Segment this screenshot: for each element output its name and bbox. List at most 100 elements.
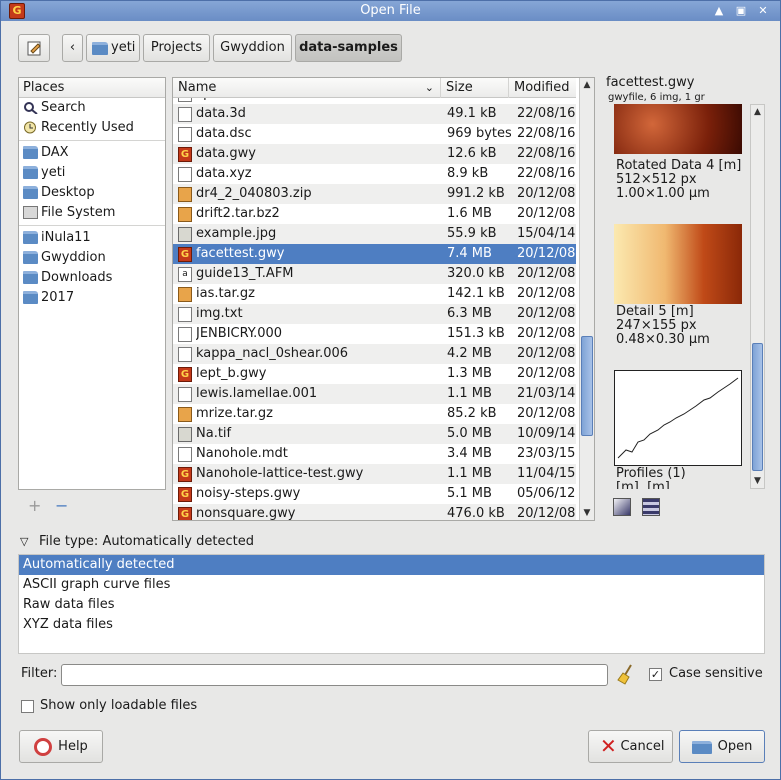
expander-triangle-icon[interactable]: ▽ — [20, 535, 28, 548]
file-row[interactable]: Nanohole.mdt 3.4 MB 23/03/15 — [173, 444, 576, 464]
edit-location-button[interactable] — [18, 34, 50, 62]
file-row[interactable]: kappa_nacl_0shear.006 4.2 MB 20/12/08 — [173, 344, 576, 364]
preview-scrollbar[interactable]: ▲ ▼ — [750, 104, 765, 489]
scroll-down-icon[interactable]: ▼ — [580, 506, 594, 520]
scroll-up-icon[interactable]: ▲ — [751, 105, 764, 119]
place-2017[interactable]: 2017 — [19, 288, 165, 308]
file-list-scroll-thumb[interactable] — [581, 336, 593, 436]
place-yeti[interactable]: yeti — [19, 163, 165, 183]
file-modified: 20/12/08 — [517, 346, 575, 361]
column-size[interactable]: Size — [441, 78, 509, 98]
open-button[interactable]: Open — [679, 730, 765, 763]
place-file-system[interactable]: File System — [19, 203, 165, 223]
file-row[interactable]: data.3d 49.1 kB 22/08/16 — [173, 104, 576, 124]
file-list-scrollbar[interactable]: ▲ ▼ — [579, 78, 594, 520]
profile-graph-thumbnail[interactable] — [614, 370, 742, 466]
add-bookmark-button[interactable]: + — [28, 496, 41, 515]
file-row[interactable]: Gnoisy-steps.gwy 5.1 MB 05/06/12 — [173, 484, 576, 504]
remove-bookmark-button[interactable]: − — [55, 496, 68, 515]
restore-icon[interactable]: ▣ — [734, 4, 748, 18]
file-type-option[interactable]: Automatically detected — [19, 555, 764, 575]
detail-thumbnail[interactable] — [614, 224, 742, 304]
text-file-icon — [178, 127, 192, 142]
file-row[interactable]: dr4_2_040803.zip 991.2 kB 20/12/08 — [173, 184, 576, 204]
places-header[interactable]: Places — [19, 78, 165, 98]
preview-scroll-thumb[interactable] — [752, 343, 763, 471]
help-button[interactable]: Help — [19, 730, 103, 763]
file-row[interactable]: Gfacettest.gwy 7.4 MB 20/12/08 — [173, 244, 576, 264]
text-file-icon — [178, 107, 192, 122]
show-loadable-label[interactable]: Show only loadable files — [40, 698, 197, 713]
place-desktop[interactable]: Desktop — [19, 183, 165, 203]
file-row[interactable]: data.dsc 969 bytes 22/08/16 — [173, 124, 576, 144]
case-sensitive-label[interactable]: Case sensitive — [669, 666, 763, 681]
file-row[interactable]: img.txt 6.3 MB 20/12/08 — [173, 304, 576, 324]
file-type-option[interactable]: Raw data files — [19, 595, 764, 615]
cancel-button[interactable]: ✕ Cancel — [588, 730, 673, 763]
file-modified: 11/04/15 — [517, 466, 575, 481]
list-view-icon[interactable] — [642, 498, 660, 516]
crumb-gwyddion[interactable]: Gwyddion — [213, 34, 292, 62]
clear-filter-broom-icon[interactable] — [615, 663, 637, 685]
file-row[interactable]: mrize.tar.gz 85.2 kB 20/12/08 — [173, 404, 576, 424]
file-type-option[interactable]: ASCII graph curve files — [19, 575, 764, 595]
file-row[interactable]: a guide13_T.AFM 320.0 kB 20/12/08 — [173, 264, 576, 284]
file-row[interactable]: G Nanohole-lattice-test.gwy 1.1 MB 11/04/15 — [173, 464, 576, 484]
file-row[interactable]: Gnonsquare.gwy 476.0 kB 20/12/08 — [173, 504, 576, 520]
file-modified: 23/03/15 — [517, 446, 575, 461]
file-name: JENBICRY.000 — [196, 326, 283, 341]
place-dax[interactable]: DAX — [19, 143, 165, 163]
file-list[interactable]: Name ⌄ Size Modified cpout.txt53.1 MB09/… — [172, 77, 595, 521]
place-search[interactable]: Search — [19, 98, 165, 118]
file-type-list[interactable]: Automatically detected ASCII graph curve… — [18, 554, 765, 654]
file-list-header: Name ⌄ Size Modified — [173, 78, 576, 98]
archive-file-icon — [178, 287, 192, 302]
file-size: 1.1 MB — [447, 386, 492, 401]
case-sensitive-checkbox[interactable]: ✓ — [649, 668, 662, 681]
scroll-down-icon[interactable]: ▼ — [751, 474, 764, 488]
show-loadable-checkbox[interactable] — [21, 700, 34, 713]
file-row[interactable]: data.xyz 8.9 kB 22/08/16 — [173, 164, 576, 184]
file-row[interactable]: drift2.tar.bz2 1.6 MB 20/12/08 — [173, 204, 576, 224]
file-name: facettest.gwy — [196, 246, 285, 261]
file-name: Nanohole.mdt — [196, 446, 288, 461]
column-modified[interactable]: Modified — [509, 78, 576, 98]
place-downloads[interactable]: Downloads — [19, 268, 165, 288]
maximize-up-icon[interactable]: ▲ — [712, 4, 726, 18]
file-name: data.3d — [196, 106, 246, 121]
file-rows: cpout.txt53.1 MB09/12/12data.3d49.1 kB22… — [173, 98, 576, 520]
file-row[interactable]: lewis.lamellae.001 1.1 MB 21/03/14 — [173, 384, 576, 404]
file-row[interactable]: Glept_b.gwy 1.3 MB 20/12/08 — [173, 364, 576, 384]
path-back-button[interactable]: ‹ — [62, 34, 83, 62]
folder-icon — [23, 251, 38, 264]
file-size: 85.2 kB — [447, 406, 497, 421]
place-label: Gwyddion — [41, 250, 106, 265]
file-row[interactable]: JENBICRY.000 151.3 kB 20/12/08 — [173, 324, 576, 344]
file-row[interactable]: Gdata.gwy 12.6 kB 22/08/16 — [173, 144, 576, 164]
title-bar[interactable]: G Open File ▲ ▣ ✕ — [1, 1, 780, 21]
thumbnail-view-icon[interactable] — [613, 498, 631, 516]
crumb-data-samples[interactable]: data-samples — [295, 34, 402, 62]
file-type-expander[interactable]: File type: Automatically detected — [39, 534, 254, 549]
home-folder-icon — [92, 42, 108, 55]
preview-item-3-units: [m], [m] — [616, 480, 670, 490]
text-file-icon — [178, 387, 192, 402]
file-type-option[interactable]: XYZ data files — [19, 615, 764, 635]
close-icon[interactable]: ✕ — [756, 4, 770, 18]
rotated-data-thumbnail[interactable] — [614, 104, 742, 154]
file-row[interactable]: Na.tif 5.0 MB 10/09/14 — [173, 424, 576, 444]
place-recently-used[interactable]: Recently Used — [19, 118, 165, 138]
column-name[interactable]: Name ⌄ — [173, 78, 441, 98]
crumb-yeti[interactable]: yeti — [86, 34, 140, 62]
place-inula11[interactable]: iNula11 — [19, 228, 165, 248]
place-gwyddion[interactable]: Gwyddion — [19, 248, 165, 268]
file-row[interactable]: ias.tar.gz 142.1 kB 20/12/08 — [173, 284, 576, 304]
filter-input[interactable] — [61, 664, 608, 686]
file-row[interactable]: example.jpg 55.9 kB 15/04/14 — [173, 224, 576, 244]
file-modified: 05/06/12 — [517, 486, 575, 501]
scroll-up-icon[interactable]: ▲ — [580, 78, 594, 92]
image-file-icon — [178, 427, 192, 442]
file-name: example.jpg — [196, 226, 277, 241]
file-size: 1.6 MB — [447, 206, 492, 221]
crumb-projects[interactable]: Projects — [143, 34, 210, 62]
